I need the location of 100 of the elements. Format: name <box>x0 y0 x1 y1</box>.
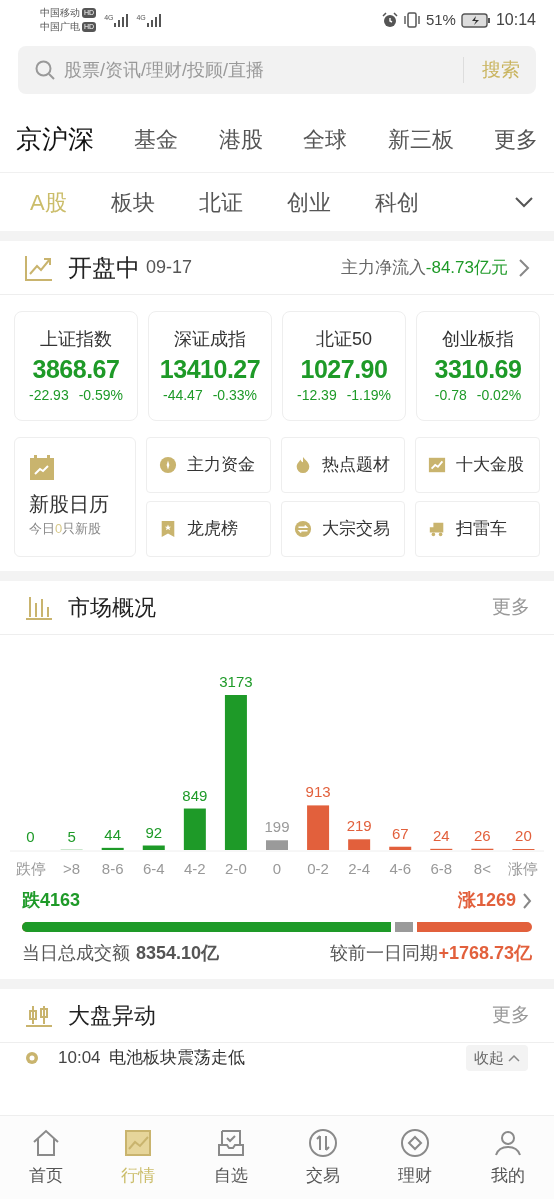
market-tab[interactable]: 港股 <box>218 122 263 156</box>
battery-percent: 51% <box>425 9 456 30</box>
index-change: -22.93 <box>28 386 69 405</box>
movement-text: 电池板块震荡走低 <box>108 1047 245 1070</box>
location-dot-icon <box>26 1052 38 1064</box>
compare-value: +1768.73亿 <box>438 942 532 965</box>
index-name: 上证指数 <box>40 328 112 351</box>
exchange-icon <box>307 1126 340 1159</box>
turnover-label: 当日总成交额 <box>22 942 130 965</box>
index-card[interactable]: 深证成指 13410.27 -44.47 -0.33% <box>148 311 272 421</box>
market-tab[interactable]: 京沪深 <box>16 119 94 159</box>
index-card[interactable]: 上证指数 3868.67 -22.93 -0.59% <box>14 311 138 421</box>
chart-bar <box>389 846 412 850</box>
carrier-name: 中国移动 <box>40 6 80 20</box>
category-label: 4-2 <box>184 860 206 877</box>
shortcut-button[interactable]: 热点题材 <box>280 437 406 493</box>
index-name: 北证50 <box>316 328 372 351</box>
bar-value-label: 26 <box>474 826 491 844</box>
index-percent: -0.02% <box>476 386 522 405</box>
battery-icon <box>460 12 491 28</box>
shortcut-button[interactable]: 大宗交易 <box>280 501 406 557</box>
category-label: 8-6 <box>101 860 124 877</box>
chevron-right-icon[interactable] <box>518 257 530 278</box>
market-tab[interactable]: 基金 <box>134 122 179 156</box>
bar-value-label: 24 <box>432 826 450 844</box>
bar-value-label: 3173 <box>219 673 253 690</box>
index-percent: -1.19% <box>346 386 392 405</box>
shortcut-button[interactable]: 十大金股 <box>415 437 540 493</box>
bar-value-label: 92 <box>145 823 163 841</box>
nav-tab[interactable]: 理财 <box>369 1116 462 1199</box>
movement-time: 10:04 <box>58 1047 101 1070</box>
index-change: -44.47 <box>162 386 203 405</box>
calendar-icon <box>29 455 55 482</box>
market-tab[interactable]: 更多 <box>493 122 538 156</box>
market-tab[interactable]: 全球 <box>303 122 348 156</box>
compare-label: 较前一日同期 <box>330 942 439 965</box>
index-card[interactable]: 北证50 1027.90 -12.39 -1.19% <box>282 311 406 421</box>
chevron-up-icon <box>508 1054 520 1062</box>
flow-label: 主力净流入 <box>340 256 426 279</box>
section-title: 大盘异动 <box>68 1002 156 1030</box>
rise-count: 涨1269 <box>457 889 516 912</box>
collapse-button[interactable]: 收起 <box>466 1045 528 1071</box>
session-date: 09-17 <box>146 256 193 279</box>
shortcut-button[interactable]: 龙虎榜 <box>146 501 271 557</box>
nav-tab[interactable]: 首页 <box>0 1116 93 1199</box>
swap-icon <box>293 520 312 538</box>
bar-value-label: 0 <box>26 828 35 845</box>
clock-time: 10:14 <box>495 10 536 30</box>
sub-tab[interactable]: 板块 <box>110 185 155 219</box>
index-card[interactable]: 创业板指 3310.69 -0.78 -0.02% <box>416 311 540 421</box>
index-change: -0.78 <box>434 386 467 405</box>
shortcut-button[interactable]: 扫雷车 <box>415 501 540 557</box>
search-icon <box>34 59 56 81</box>
category-label: 2-0 <box>225 860 247 877</box>
category-label: 4-6 <box>389 860 412 877</box>
ipo-calendar-card[interactable]: 新股日历 今日0只新股 <box>14 437 136 557</box>
shortcut-button[interactable]: 主力资金 <box>146 437 271 493</box>
category-label: 跌停 <box>15 860 46 877</box>
nav-tab[interactable]: 自选 <box>184 1116 277 1199</box>
bar-chart-icon <box>24 594 54 621</box>
bar-value-label: 44 <box>104 825 122 843</box>
index-value: 13410.27 <box>159 354 261 385</box>
carrier-name: 中国广电 <box>40 20 80 34</box>
category-label: 2-4 <box>348 860 370 877</box>
index-value: 1027.90 <box>300 354 388 385</box>
index-value: 3310.69 <box>434 354 522 385</box>
flow-value: -84.73亿元 <box>425 256 508 279</box>
bar-value-label: 199 <box>264 818 290 836</box>
nav-tab[interactable]: 交易 <box>277 1116 370 1199</box>
sub-tab[interactable]: 科创 <box>374 185 419 219</box>
coin-icon <box>159 456 177 474</box>
signal-icon <box>114 13 129 27</box>
chart-bar <box>101 847 124 850</box>
session-title: 开盘中 <box>68 252 140 283</box>
bar-value-label: 5 <box>67 827 76 845</box>
ipo-subtitle: 今日0只新股 <box>29 520 103 539</box>
bookmark-icon <box>159 520 177 538</box>
chevron-right-icon[interactable] <box>522 891 532 910</box>
ipo-title: 新股日历 <box>29 492 110 518</box>
sub-tab[interactable]: 创业 <box>286 185 331 219</box>
category-label: 涨停 <box>508 860 539 877</box>
bar-value-label: 20 <box>515 827 532 844</box>
fall-count: 跌4163 <box>22 889 81 912</box>
chart-bar <box>266 840 288 850</box>
trend-chart-icon <box>24 253 54 282</box>
bar-value-label: 67 <box>391 824 409 842</box>
index-value: 3868.67 <box>32 354 120 385</box>
index-percent: -0.59% <box>78 386 124 405</box>
alarm-icon <box>381 12 398 28</box>
turnover-value: 8354.10亿 <box>136 942 220 965</box>
market-tab[interactable]: 新三板 <box>387 122 454 156</box>
nav-tab[interactable]: 我的 <box>461 1116 554 1199</box>
bar-value-label: 219 <box>346 817 372 835</box>
sub-tab[interactable]: 北证 <box>198 185 243 219</box>
bar-value-label: 913 <box>305 783 331 801</box>
section-title: 市场概况 <box>68 594 156 622</box>
chart-bar <box>142 845 165 850</box>
index-name: 创业板指 <box>442 328 514 351</box>
signal-icon <box>146 13 161 27</box>
vibrate-icon <box>402 12 421 28</box>
